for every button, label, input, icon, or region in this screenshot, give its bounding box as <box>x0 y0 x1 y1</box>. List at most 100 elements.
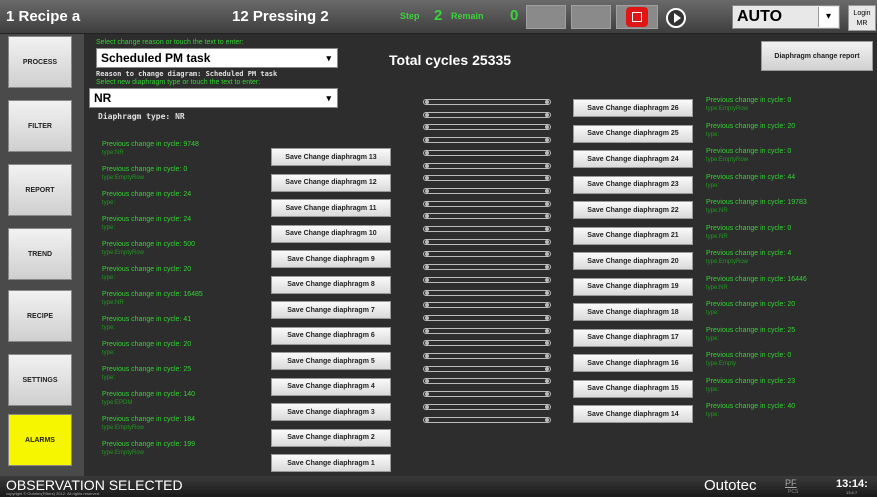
diaphragm-slider[interactable] <box>423 99 551 105</box>
previous-change-type: type: <box>706 335 720 342</box>
diaphragm-slider[interactable] <box>423 378 551 385</box>
diaphragm-slider[interactable] <box>423 187 551 194</box>
save-change-diaphragm-button[interactable]: Save Change diaphragm 13 <box>271 148 391 166</box>
mode-select[interactable]: AUTO ▾ <box>732 5 840 29</box>
save-change-diaphragm-button[interactable]: Save Change diaphragm 8 <box>271 275 391 294</box>
save-change-diaphragm-button[interactable]: Save Change diaphragm 7 <box>271 301 391 319</box>
diaphragm-slider[interactable] <box>423 124 551 131</box>
previous-change-type: type:NR <box>102 150 124 156</box>
save-change-diaphragm-button[interactable]: Save Change diaphragm 2 <box>271 428 391 447</box>
previous-change-text: Previous change in cycle: 40 <box>706 403 796 410</box>
save-change-diaphragm-button[interactable]: Save Change diaphragm 21 <box>573 226 693 245</box>
previous-change-type: type: <box>706 412 720 418</box>
clock: 13:14: <box>836 478 868 490</box>
diaphragm-slider[interactable] <box>423 111 551 118</box>
previous-change-text: Previous change in cycle: 20 <box>102 266 192 273</box>
status-bar: OBSERVATION SELECTED copyright © Outotec… <box>0 476 877 497</box>
save-change-diaphragm-button[interactable]: Save Change diaphragm 10 <box>271 224 391 243</box>
save-change-diaphragm-button[interactable]: Save Change diaphragm 3 <box>271 403 391 421</box>
save-change-diaphragm-button[interactable]: Save Change diaphragm 26 <box>573 99 693 117</box>
total-cycles: Total cycles 25335 <box>389 52 511 68</box>
save-change-diaphragm-button[interactable]: Save Change diaphragm 1 <box>271 454 391 472</box>
previous-change-text: Previous change in cycle: 19783 <box>706 199 807 206</box>
sidebar-item-report[interactable]: REPORT <box>8 164 72 216</box>
diaphragm-slider[interactable] <box>423 276 551 283</box>
diaphragm-report-button[interactable]: Diaphragm change report <box>761 41 873 71</box>
diaphragm-slider[interactable] <box>423 391 551 398</box>
diaphragm-slider[interactable] <box>423 251 551 258</box>
sidebar-item-recipe[interactable]: RECIPE <box>8 290 72 342</box>
save-change-diaphragm-button[interactable]: Save Change diaphragm 25 <box>573 124 693 143</box>
diaphragm-slider[interactable] <box>423 226 551 232</box>
previous-change-type: type:EmptyRow <box>102 425 145 431</box>
diaphragm-slider[interactable] <box>423 149 551 156</box>
previous-change-type: type:Empty <box>706 361 737 367</box>
diaphragm-slider[interactable] <box>423 416 551 423</box>
save-change-diaphragm-button[interactable]: Save Change diaphragm 9 <box>271 250 391 268</box>
diaphragm-slider[interactable] <box>423 238 551 245</box>
previous-change-text: Previous change in cycle: 199 <box>102 441 195 448</box>
diaphragm-slider[interactable] <box>423 365 551 372</box>
toolbar-button-1[interactable] <box>526 5 566 29</box>
type-prompt: Select new diaphragm type or touch the t… <box>96 79 261 86</box>
save-change-diaphragm-button[interactable]: Save Change diaphragm 23 <box>573 175 693 194</box>
recipe-name[interactable]: 1 Recipe a <box>6 8 80 25</box>
previous-change-text: Previous change in cycle: 41 <box>102 316 192 323</box>
save-change-diaphragm-button[interactable]: Save Change diaphragm 4 <box>271 377 391 396</box>
save-change-diaphragm-button[interactable]: Save Change diaphragm 12 <box>271 173 391 192</box>
sidebar-item-trend[interactable]: TREND <box>8 228 72 280</box>
previous-change-type: type: <box>102 325 116 331</box>
previous-change-text: Previous change in cycle: 0 <box>706 352 792 359</box>
previous-change-type: type: <box>706 131 720 138</box>
diaphragm-slider[interactable] <box>423 314 551 321</box>
diaphragm-slider[interactable] <box>423 302 551 309</box>
stop-button[interactable] <box>616 5 658 29</box>
diaphragm-slider[interactable] <box>423 175 551 182</box>
toolbar-button-2[interactable] <box>571 5 611 29</box>
chevron-down-icon: ▾ <box>326 53 331 63</box>
play-icon[interactable] <box>666 8 686 28</box>
previous-change-text: Previous change in cycle: 24 <box>102 191 192 198</box>
previous-change-text: Previous change in cycle: 0 <box>706 148 792 155</box>
save-change-diaphragm-button[interactable]: Save Change diaphragm 15 <box>573 379 693 398</box>
reason-value: Scheduled PM task <box>101 51 211 65</box>
previous-change-text: Previous change in cycle: 140 <box>102 391 195 398</box>
reason-select[interactable]: Scheduled PM task ▾ <box>96 48 338 68</box>
diaphragm-slider[interactable] <box>423 289 551 296</box>
save-change-diaphragm-button[interactable]: Save Change diaphragm 6 <box>271 326 391 345</box>
diaphragm-slider[interactable] <box>423 200 551 207</box>
sidebar-item-settings[interactable]: SETTINGS <box>8 354 72 406</box>
type-echo: Diaphragm type: NR <box>98 112 185 121</box>
diaphragm-slider[interactable] <box>423 353 551 359</box>
login-button[interactable]: Login MR <box>848 5 876 31</box>
previous-change-type: type: <box>102 275 116 281</box>
save-change-diaphragm-button[interactable]: Save Change diaphragm 19 <box>573 277 693 296</box>
pressing-name: 12 Pressing 2 <box>232 8 329 25</box>
diaphragm-slider[interactable] <box>423 340 551 347</box>
remain-label: Remain <box>451 11 484 21</box>
diaphragm-slider[interactable] <box>423 213 551 220</box>
previous-change-type: type:EmptyRow <box>706 259 749 265</box>
previous-change-text: Previous change in cycle: 25 <box>102 366 192 373</box>
sidebar-item-process[interactable]: PROCESS <box>8 36 72 88</box>
save-change-diaphragm-button[interactable]: Save Change diaphragm 20 <box>573 252 693 270</box>
save-change-diaphragm-button[interactable]: Save Change diaphragm 11 <box>271 199 391 217</box>
diaphragm-slider[interactable] <box>423 403 551 410</box>
sidebar-item-filter[interactable]: FILTER <box>8 100 72 152</box>
save-change-diaphragm-button[interactable]: Save Change diaphragm 22 <box>573 201 693 219</box>
diaphragm-slider[interactable] <box>423 137 551 144</box>
sidebar-item-alarms[interactable]: ALARMS <box>8 414 72 466</box>
previous-change-type: type: <box>102 350 116 356</box>
save-change-diaphragm-button[interactable]: Save Change diaphragm 18 <box>573 303 693 321</box>
save-change-diaphragm-button[interactable]: Save Change diaphragm 16 <box>573 354 693 372</box>
save-change-diaphragm-button[interactable]: Save Change diaphragm 17 <box>573 328 693 347</box>
diaphragm-slider[interactable] <box>423 327 551 334</box>
diaphragm-slider[interactable] <box>423 162 551 169</box>
save-change-diaphragm-button[interactable]: Save Change diaphragm 24 <box>573 150 693 168</box>
save-change-diaphragm-button[interactable]: Save Change diaphragm 14 <box>573 405 693 423</box>
diaphragm-slider[interactable] <box>423 264 551 271</box>
previous-change-type: type:EmptyRow <box>706 157 749 163</box>
save-change-diaphragm-button[interactable]: Save Change diaphragm 5 <box>271 352 391 370</box>
type-select[interactable]: NR ▾ <box>89 88 338 108</box>
mode-value: AUTO <box>737 8 783 25</box>
